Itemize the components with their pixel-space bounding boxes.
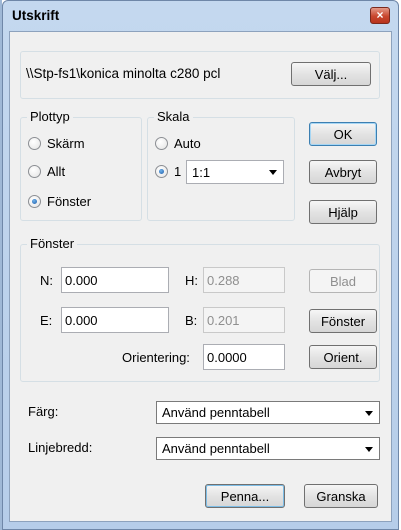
b-label: B: bbox=[185, 313, 198, 328]
h-input: 0.288 bbox=[203, 267, 285, 293]
orientation-input-value: 0.0000 bbox=[207, 349, 247, 365]
chevron-down-icon bbox=[269, 170, 277, 175]
radio-all-label: Allt bbox=[47, 164, 66, 179]
chevron-down-icon bbox=[365, 446, 373, 452]
close-button[interactable]: × bbox=[370, 7, 390, 24]
b-input: 0.201 bbox=[203, 307, 285, 333]
choose-printer-button[interactable]: Välj... bbox=[291, 62, 371, 86]
close-icon: × bbox=[376, 8, 384, 22]
line-width-label: Linjebredd: bbox=[28, 440, 93, 455]
scale-select-value: 1:1 bbox=[192, 164, 211, 180]
radio-scale-auto-indicator bbox=[155, 137, 168, 150]
radio-screen-label: Skärm bbox=[47, 136, 85, 151]
radio-screen[interactable]: Skärm bbox=[28, 136, 85, 151]
chevron-down-icon bbox=[365, 410, 373, 416]
radio-scale-auto[interactable]: Auto bbox=[155, 136, 201, 151]
h-input-value: 0.288 bbox=[207, 272, 240, 288]
radio-window-label: Fönster bbox=[47, 194, 92, 209]
color-select[interactable]: Använd penntabell bbox=[156, 401, 380, 424]
e-label: E: bbox=[40, 313, 53, 328]
pen-button[interactable]: Penna... bbox=[205, 484, 285, 508]
dialog-client-area: \\Stp-fs1\konica minolta c280 pcl Välj..… bbox=[9, 31, 392, 522]
scale-select[interactable]: 1:1 bbox=[186, 160, 284, 184]
orient-button[interactable]: Orient. bbox=[309, 345, 377, 369]
color-select-value: Använd penntabell bbox=[162, 405, 270, 420]
help-button[interactable]: Hjälp bbox=[309, 200, 377, 224]
h-label: H: bbox=[185, 273, 198, 288]
preview-button[interactable]: Granska bbox=[304, 484, 378, 508]
scale-label: Skala bbox=[154, 109, 193, 124]
window-button[interactable]: Fönster bbox=[309, 309, 377, 333]
e-input-value: 0.000 bbox=[65, 312, 98, 328]
radio-scale-manual-prefix: 1 bbox=[174, 164, 182, 179]
orientation-label: Orientering: bbox=[122, 350, 190, 365]
color-label: Färg: bbox=[28, 404, 59, 419]
line-width-select-value: Använd penntabell bbox=[162, 441, 270, 456]
n-input[interactable]: 0.000 bbox=[61, 267, 169, 293]
n-label: N: bbox=[40, 273, 53, 288]
n-input-value: 0.000 bbox=[65, 272, 98, 288]
window-title: Utskrift bbox=[12, 8, 60, 23]
radio-all-indicator bbox=[28, 165, 41, 178]
line-width-select[interactable]: Använd penntabell bbox=[156, 437, 380, 460]
e-input[interactable]: 0.000 bbox=[61, 307, 169, 333]
plot-type-label: Plottyp bbox=[27, 109, 73, 124]
printer-name: \\Stp-fs1\konica minolta c280 pcl bbox=[26, 66, 221, 81]
radio-scale-auto-label: Auto bbox=[174, 136, 201, 151]
radio-window-indicator bbox=[28, 195, 41, 208]
radio-scale-manual[interactable]: 1 bbox=[155, 164, 181, 179]
b-input-value: 0.201 bbox=[207, 312, 240, 328]
ok-button[interactable]: OK bbox=[309, 122, 377, 146]
sheet-button[interactable]: Blad bbox=[309, 269, 377, 293]
window-coords-label: Fönster bbox=[27, 236, 78, 251]
orientation-input[interactable]: 0.0000 bbox=[203, 344, 285, 370]
title-bar[interactable]: Utskrift × bbox=[3, 1, 398, 31]
radio-window[interactable]: Fönster bbox=[28, 194, 91, 209]
radio-all[interactable]: Allt bbox=[28, 164, 65, 179]
radio-screen-indicator bbox=[28, 137, 41, 150]
cancel-button[interactable]: Avbryt bbox=[309, 160, 377, 184]
radio-scale-manual-indicator bbox=[155, 165, 168, 178]
